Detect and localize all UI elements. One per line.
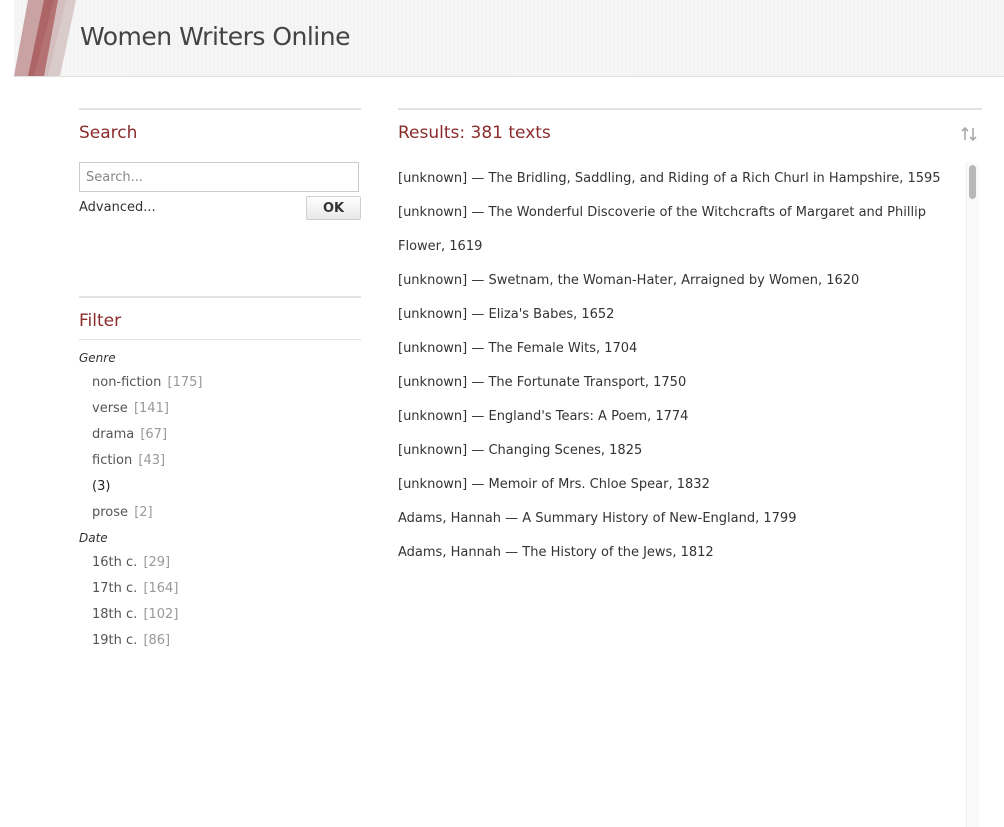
facet-item-16th-century[interactable]: 16th c. [29] [79, 550, 361, 576]
facet-count: [175] [167, 375, 203, 390]
filter-heading: Filter [79, 311, 122, 331]
facet-item-non-fiction[interactable]: non-fiction [175] [79, 370, 361, 396]
facet-name: verse [92, 401, 128, 416]
genre-facet-label: Genre [79, 351, 116, 365]
results-top-rule [398, 108, 982, 110]
facet-name: (3) [92, 479, 111, 494]
advanced-search-link[interactable]: Advanced... [79, 200, 156, 215]
facet-name: drama [92, 427, 135, 442]
date-facet-label: Date [79, 531, 108, 545]
result-item[interactable]: [unknown] — The Wonderful Discoverie of … [398, 196, 966, 264]
search-heading: Search [79, 123, 138, 143]
filter-panel: Filter Genre non-fiction [175] verse [14… [79, 296, 361, 654]
filter-divider [79, 339, 361, 340]
facet-item-17th-century[interactable]: 17th c. [164] [79, 576, 361, 602]
results-panel: Results: 381 texts [unknown] — The Bridl… [398, 108, 982, 827]
genre-facet-list: non-fiction [175] verse [141] drama [67]… [79, 370, 361, 526]
result-item[interactable]: Adams, Hannah — The History of the Jews,… [398, 536, 966, 570]
facet-count: [86] [143, 633, 171, 648]
facet-name: prose [92, 505, 129, 520]
result-item[interactable]: [unknown] — The Fortunate Transport, 175… [398, 366, 966, 400]
facet-name: 17th c. [92, 581, 138, 596]
facet-count: [102] [143, 607, 179, 622]
results-heading: Results: 381 texts [398, 123, 551, 143]
facet-item-19th-century[interactable]: 19th c. [86] [79, 628, 361, 654]
facet-item-prose[interactable]: prose [2] [79, 500, 361, 526]
search-top-rule [79, 108, 361, 110]
facet-name: non-fiction [92, 375, 162, 390]
facet-name: 16th c. [92, 555, 138, 570]
result-item[interactable]: [unknown] — The Female Wits, 1704 [398, 332, 966, 366]
sort-arrows-icon[interactable] [960, 125, 978, 143]
result-item[interactable]: [unknown] — Eliza's Babes, 1652 [398, 298, 966, 332]
facet-name: 19th c. [92, 633, 138, 648]
result-item[interactable]: [unknown] — Changing Scenes, 1825 [398, 434, 966, 468]
site-title[interactable]: Women Writers Online [80, 22, 350, 51]
facet-item-verse[interactable]: verse [141] [79, 396, 361, 422]
filter-top-rule [79, 296, 361, 298]
facet-item-unnamed[interactable]: (3) [79, 474, 361, 500]
facet-name: fiction [92, 453, 133, 468]
results-list[interactable]: [unknown] — The Bridling, Saddling, and … [398, 162, 966, 827]
facet-item-drama[interactable]: drama [67] [79, 422, 361, 448]
facet-count: [2] [134, 505, 153, 520]
facet-item-18th-century[interactable]: 18th c. [102] [79, 602, 361, 628]
scrollbar-thumb[interactable] [969, 165, 976, 199]
facet-count: [29] [143, 555, 171, 570]
facet-item-fiction[interactable]: fiction [43] [79, 448, 361, 474]
facet-count: [141] [133, 401, 169, 416]
wwo-logo-icon[interactable] [14, 0, 84, 76]
search-input[interactable] [79, 162, 359, 192]
results-scrollbar[interactable] [966, 162, 979, 827]
result-item[interactable]: [unknown] — England's Tears: A Poem, 177… [398, 400, 966, 434]
result-item[interactable]: [unknown] — Swetnam, the Woman-Hater, Ar… [398, 264, 966, 298]
result-item[interactable]: [unknown] — The Bridling, Saddling, and … [398, 162, 966, 196]
facet-count: [67] [140, 427, 168, 442]
facet-name: 18th c. [92, 607, 138, 622]
ok-button[interactable]: OK [306, 196, 361, 220]
result-item[interactable]: Adams, Hannah — A Summary History of New… [398, 502, 966, 536]
result-item[interactable]: [unknown] — Memoir of Mrs. Chloe Spear, … [398, 468, 966, 502]
date-facet-list: 16th c. [29] 17th c. [164] 18th c. [102]… [79, 550, 361, 654]
facet-count: [43] [138, 453, 166, 468]
sidebar: Search Advanced... OK Filter Genre non-f… [79, 108, 361, 648]
facet-count: [164] [143, 581, 179, 596]
